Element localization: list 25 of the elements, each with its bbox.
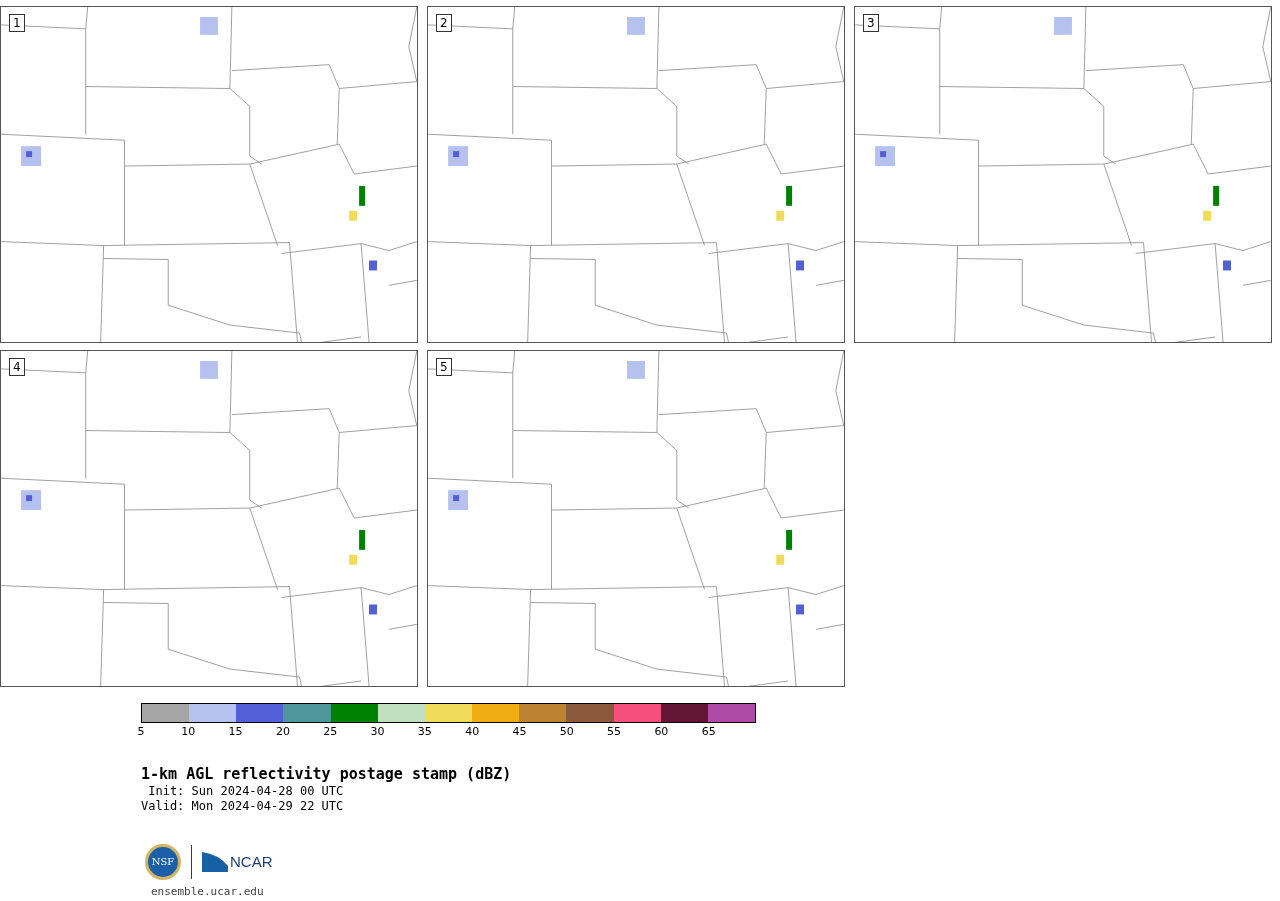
colorbar-tick-label: 10	[181, 725, 196, 739]
colorbar-tick-label: 60	[654, 725, 669, 739]
colorbar-tick-label: 25	[323, 725, 338, 739]
nsf-logo: NSF	[145, 843, 181, 880]
colorbar-tick-label: 15	[228, 725, 243, 739]
panel-number: 1	[9, 14, 25, 32]
colorbar-tick-label: 35	[417, 725, 432, 739]
colorbar-tick-label: 50	[559, 725, 574, 739]
panel-number: 4	[9, 358, 25, 376]
colorbar-tick-label: 20	[275, 725, 290, 739]
ncar-arc-icon	[202, 851, 228, 872]
ncar-logo-text: NCAR	[230, 851, 273, 872]
colorbar-tick-label: 5	[137, 725, 145, 739]
colorbar-tick-label: 45	[512, 725, 527, 739]
panel-number: 3	[863, 14, 879, 32]
colorbar-tick-label: 55	[607, 725, 622, 739]
website-link[interactable]: ensemble.ucar.edu	[151, 883, 761, 901]
plot-title: 1-km AGL reflectivity postage stamp (dBZ)	[141, 765, 513, 784]
valid-time: Valid: Mon 2024-04-29 22 UTC	[141, 798, 345, 814]
panel-number: 2	[436, 14, 452, 32]
colorbar-tick-label: 40	[465, 725, 480, 739]
init-time: Init: Sun 2024-04-28 00 UTC	[147, 783, 345, 799]
panel-number: 5	[436, 358, 452, 376]
colorbar-tick-label: 65	[701, 725, 716, 739]
colorbar-tick-label: 30	[370, 725, 385, 739]
